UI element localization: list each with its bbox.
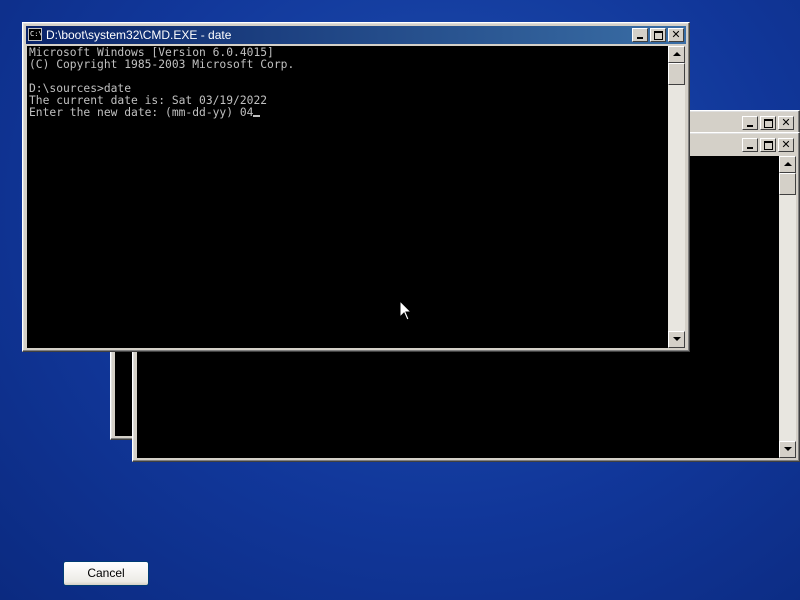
scroll-up-arrow-icon[interactable]: [779, 156, 796, 173]
minimize-icon[interactable]: [742, 116, 758, 130]
caption-buttons: ✕: [632, 28, 684, 42]
mouse-pointer-icon: [399, 300, 413, 321]
window-title: D:\boot\system32\CMD.EXE - date: [46, 28, 232, 42]
scroll-down-arrow-icon[interactable]: [779, 441, 796, 458]
maximize-icon[interactable]: [760, 116, 776, 130]
vertical-scrollbar[interactable]: [668, 46, 685, 348]
background-window-2-caption-buttons: ✕: [742, 138, 794, 152]
scroll-thumb[interactable]: [779, 173, 796, 195]
console-line-2: (C) Copyright 1985-2003 Microsoft Corp.: [29, 58, 295, 71]
scroll-thumb[interactable]: [668, 63, 685, 85]
scroll-down-arrow-icon[interactable]: [668, 331, 685, 348]
scroll-up-arrow-icon[interactable]: [668, 46, 685, 63]
maximize-icon[interactable]: [760, 138, 776, 152]
command-prompt-icon[interactable]: C:\: [28, 28, 42, 41]
vertical-scrollbar[interactable]: [779, 156, 796, 458]
close-icon[interactable]: ✕: [778, 138, 794, 152]
close-icon[interactable]: ✕: [668, 28, 684, 42]
console-input-line[interactable]: Enter the new date: (mm-dd-yy) 04: [29, 106, 253, 119]
minimize-icon[interactable]: [632, 28, 648, 42]
command-prompt-window[interactable]: C:\ D:\boot\system32\CMD.EXE - date ✕ Mi…: [22, 22, 690, 352]
background-window-1-caption-buttons: ✕: [742, 116, 794, 130]
maximize-icon[interactable]: [650, 28, 666, 42]
close-icon[interactable]: ✕: [778, 116, 794, 130]
cancel-button[interactable]: Cancel: [63, 561, 149, 586]
console-output[interactable]: Microsoft Windows [Version 6.0.4015] (C)…: [27, 46, 668, 348]
command-prompt-titlebar[interactable]: C:\ D:\boot\system32\CMD.EXE - date ✕: [26, 26, 686, 44]
text-cursor: [253, 115, 261, 117]
minimize-icon[interactable]: [742, 138, 758, 152]
